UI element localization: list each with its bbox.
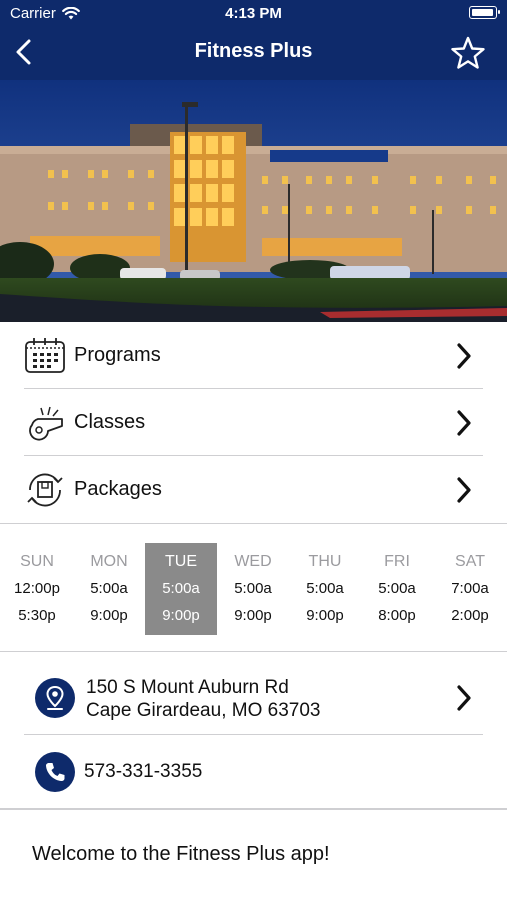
day-name: THU <box>308 553 342 570</box>
open-time: 5:00a <box>90 580 128 597</box>
day-column-mon[interactable]: MON 5:00a 9:00p <box>73 543 145 635</box>
location-pin-icon <box>35 678 75 718</box>
day-name: WED <box>234 553 272 570</box>
battery-icon <box>469 6 500 19</box>
menu-item-classes[interactable]: Classes <box>24 389 483 456</box>
contact-section: 150 S Mount Auburn Rd Cape Girardeau, MO… <box>0 652 507 808</box>
open-time: 5:00a <box>378 580 416 597</box>
day-column-wed[interactable]: WED 5:00a 9:00p <box>217 543 289 635</box>
phone-number: 573-331-3355 <box>84 761 203 782</box>
close-time: 2:00p <box>451 607 489 624</box>
day-name: TUE <box>165 553 197 570</box>
day-name: MON <box>90 553 128 570</box>
address-line1: 150 S Mount Auburn Rd <box>86 677 289 698</box>
chevron-right-icon <box>457 685 471 711</box>
chevron-right-icon <box>457 410 471 436</box>
close-time: 5:30p <box>18 607 56 624</box>
menu-item-label: Classes <box>74 411 146 433</box>
day-name: SAT <box>455 553 485 570</box>
facility-photo <box>0 80 507 322</box>
welcome-message: Welcome to the Fitness Plus app! <box>32 843 330 865</box>
close-time: 9:00p <box>234 607 272 624</box>
calendar-icon <box>25 338 65 373</box>
day-name: FRI <box>384 553 410 570</box>
day-column-tue[interactable]: TUE 5:00a 9:00p <box>145 543 217 635</box>
day-column-sat[interactable]: SAT 7:00a 2:00p <box>434 543 506 635</box>
open-time: 5:00a <box>306 580 344 597</box>
chevron-right-icon <box>457 477 471 503</box>
menu-item-programs[interactable]: Programs <box>24 322 483 389</box>
phone-row[interactable]: 573-331-3355 <box>24 735 483 808</box>
day-column-sun[interactable]: SUN 12:00p 5:30p <box>1 543 73 635</box>
hours-schedule: SUN 12:00p 5:30p MON 5:00a 9:00p TUE 5:0… <box>0 523 507 652</box>
menu-item-packages[interactable]: Packages <box>24 456 483 523</box>
address-line2: Cape Girardeau, MO 63703 <box>86 700 321 721</box>
open-time: 7:00a <box>451 580 489 597</box>
package-cycle-icon <box>27 473 63 507</box>
menu-item-label: Packages <box>74 478 162 500</box>
close-time: 9:00p <box>162 607 200 624</box>
chevron-right-icon <box>457 343 471 369</box>
close-time: 8:00p <box>378 607 416 624</box>
open-time: 5:00a <box>162 580 200 597</box>
page-title: Fitness Plus <box>194 40 313 62</box>
close-time: 9:00p <box>90 607 128 624</box>
menu-list: Programs Classes Packages <box>0 322 507 523</box>
menu-item-label: Programs <box>74 344 161 366</box>
whistle-icon <box>29 406 63 441</box>
close-time: 9:00p <box>306 607 344 624</box>
status-bar: Carrier 4:13 PM <box>0 0 507 28</box>
day-name: SUN <box>20 553 54 570</box>
open-time: 5:00a <box>234 580 272 597</box>
section-divider <box>0 808 507 810</box>
address-row[interactable]: 150 S Mount Auburn Rd Cape Girardeau, MO… <box>24 652 483 735</box>
day-column-thu[interactable]: THU 5:00a 9:00p <box>289 543 361 635</box>
navigation-bar: Carrier 4:13 PM Fitness Plus <box>0 0 507 80</box>
phone-icon <box>35 752 75 792</box>
day-column-fri[interactable]: FRI 5:00a 8:00p <box>361 543 433 635</box>
status-time: 4:13 PM <box>225 5 282 22</box>
star-outline-icon[interactable] <box>451 36 485 70</box>
open-time: 12:00p <box>14 580 60 597</box>
